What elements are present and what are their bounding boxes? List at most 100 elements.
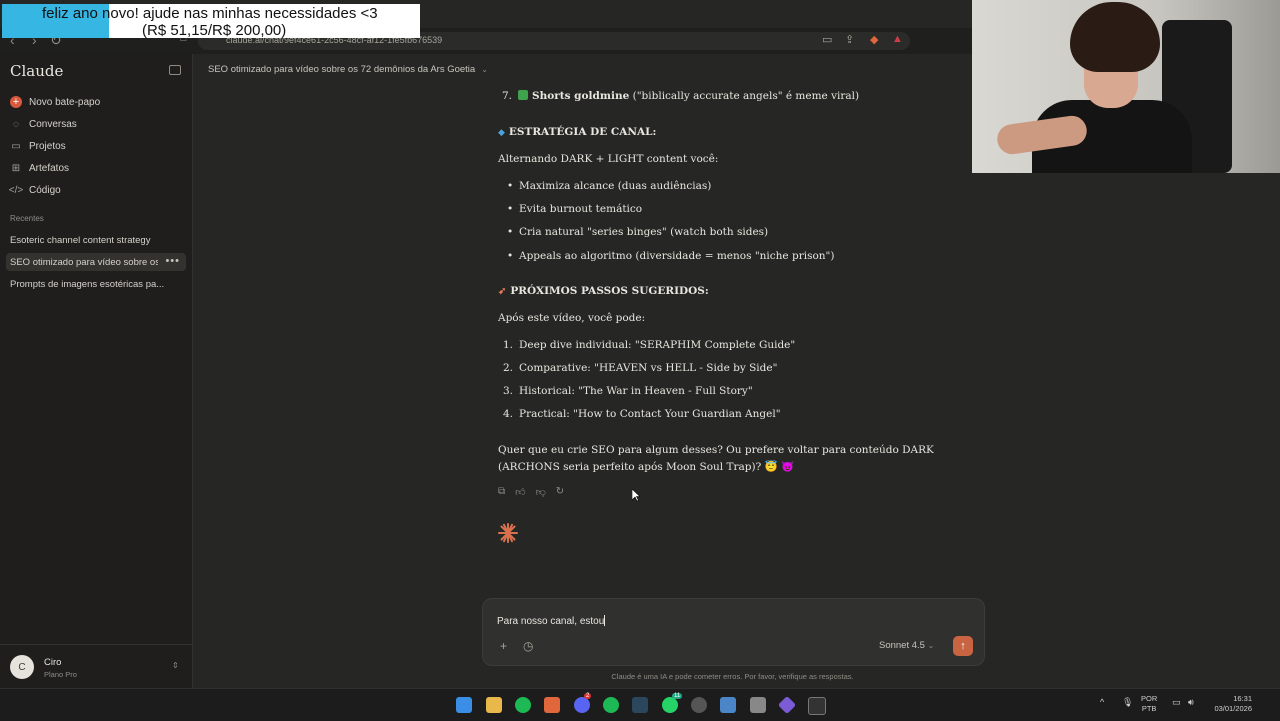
model-selector[interactable]: Sonnet 4.5 ⌄ bbox=[879, 640, 934, 651]
list-text: Comparative: "HEAVEN vs HELL - Side by S… bbox=[519, 362, 778, 374]
discord-badge: 2 bbox=[584, 693, 592, 699]
recent-chat-label: Esoteric channel content strategy bbox=[10, 234, 151, 246]
list-item: 2. Comparative: "HEAVEN vs HELL - Side by… bbox=[503, 362, 778, 374]
gem-icon: ◆ bbox=[498, 128, 505, 138]
menu-label: Código bbox=[29, 184, 61, 196]
claude-spark-icon bbox=[498, 523, 518, 543]
clock-time: 16:31 bbox=[1233, 694, 1252, 703]
message-actions: ⧉ 👍︎ 👎︎ ↻ bbox=[498, 486, 564, 498]
calculator-icon[interactable] bbox=[750, 697, 766, 713]
menu-artifacts[interactable]: ⊞ Artefatos bbox=[10, 159, 69, 177]
clock[interactable]: 16:31 03/01/2026 bbox=[1210, 694, 1252, 714]
composer-text: Para nosso canal, estou bbox=[497, 616, 605, 627]
capcut-icon[interactable] bbox=[808, 697, 826, 715]
menu-label: Novo bate-papo bbox=[29, 96, 101, 108]
notepad-icon[interactable] bbox=[720, 697, 736, 713]
cast-icon[interactable]: ▭ bbox=[822, 33, 832, 46]
menu-new-chat[interactable]: + Novo bate-papo bbox=[10, 93, 100, 111]
spotify-icon[interactable] bbox=[515, 697, 531, 713]
thumbs-down-icon[interactable]: 👎︎ bbox=[536, 486, 546, 498]
list-item: 3. Historical: "The War in Heaven - Full … bbox=[503, 385, 753, 397]
menu-projects[interactable]: ▭ Projetos bbox=[10, 137, 66, 155]
composer-input[interactable]: Para nosso canal, estou bbox=[497, 615, 606, 627]
microphone-icon[interactable]: 🎙︎ bbox=[1122, 697, 1133, 708]
heading-text: ESTRATÉGIA DE CANAL: bbox=[508, 126, 657, 138]
brand-logo[interactable]: Claude bbox=[10, 62, 63, 80]
network-icon[interactable]: ▭ bbox=[1172, 697, 1181, 708]
user-name: Ciro bbox=[44, 657, 62, 668]
list-text: ("biblically accurate angels" é meme vir… bbox=[629, 90, 860, 102]
list-item: 4. Practical: "How to Contact Your Guardi… bbox=[503, 408, 781, 420]
brave-rewards-icon[interactable]: ▲ bbox=[892, 33, 903, 45]
steam-icon[interactable] bbox=[632, 697, 648, 713]
language-code: POR bbox=[1141, 694, 1158, 703]
text-caret bbox=[604, 615, 606, 626]
folder-icon: ▭ bbox=[11, 140, 21, 152]
strategy-heading: ◆ ESTRATÉGIA DE CANAL: bbox=[498, 126, 656, 138]
copy-icon[interactable]: ⧉ bbox=[498, 486, 505, 498]
closing-text: Quer que eu crie SEO para algum desses? … bbox=[498, 444, 934, 456]
donation-message: feliz ano novo! ajude nas minhas necessi… bbox=[42, 5, 378, 22]
retry-icon[interactable]: ↻ bbox=[556, 486, 564, 498]
list-item: 7. Shorts goldmine ("biblically accurate… bbox=[502, 90, 860, 102]
menu-conversations[interactable]: ◌ Conversas bbox=[10, 115, 77, 133]
strategy-intro: Alternando DARK + LIGHT content você: bbox=[498, 153, 719, 165]
list-number: 7. bbox=[502, 90, 513, 102]
brave-browser-icon[interactable] bbox=[544, 697, 560, 713]
bullet-item: Maximiza alcance (duas audiências) bbox=[507, 180, 711, 192]
send-button[interactable]: ↑ bbox=[953, 636, 973, 656]
recent-chat-item-active[interactable]: SEO otimizado para vídeo sobre os 72 dem… bbox=[6, 253, 186, 271]
list-number: 4. bbox=[503, 408, 514, 420]
list-text: Deep dive individual: "SERAPHIM Complete… bbox=[519, 339, 796, 351]
code-icon: </> bbox=[8, 184, 24, 196]
grid-icon: ⊞ bbox=[11, 162, 21, 174]
sidebar-toggle-icon[interactable] bbox=[169, 65, 181, 75]
history-icon[interactable]: ◷ bbox=[523, 639, 533, 653]
plus-icon[interactable]: + bbox=[500, 639, 507, 653]
recent-chat-item[interactable]: Esoteric channel content strategy bbox=[6, 231, 186, 249]
menu-label: Conversas bbox=[29, 118, 77, 130]
clock-date: 03/01/2026 bbox=[1214, 704, 1252, 713]
disclaimer: Claude é uma IA e pode cometer erros. Po… bbox=[611, 672, 854, 681]
next-steps-intro: Após este vídeo, você pode: bbox=[498, 312, 646, 324]
speaker-icon[interactable]: 🔊︎ bbox=[1188, 697, 1194, 708]
bullet-item: Evita burnout temático bbox=[507, 203, 642, 215]
spotify-alt-icon[interactable] bbox=[603, 697, 619, 713]
list-bold-text: Shorts goldmine bbox=[532, 90, 630, 102]
heading-text: PRÓXIMOS PASSOS SUGERIDOS: bbox=[510, 285, 709, 297]
chat-title-button[interactable]: SEO otimizado para vídeo sobre os 72 dem… bbox=[208, 64, 488, 75]
list-number: 2. bbox=[503, 362, 514, 374]
next-steps-heading: ➶ PRÓXIMOS PASSOS SUGERIDOS: bbox=[498, 285, 709, 297]
menu-code[interactable]: </> Código bbox=[8, 181, 61, 199]
more-options-icon[interactable]: ••• bbox=[165, 255, 180, 267]
list-text: Practical: "How to Contact Your Guardian… bbox=[519, 408, 781, 420]
obsidian-icon[interactable] bbox=[777, 695, 797, 715]
arrow-up-icon: ↑ bbox=[960, 640, 966, 652]
menu-label: Artefatos bbox=[29, 162, 70, 174]
bullet-item: Cria natural "series binges" (watch both… bbox=[507, 226, 768, 238]
plus-circle-icon: + bbox=[10, 96, 22, 108]
message-composer[interactable]: Para nosso canal, estou + ◷ Sonnet 4.5 ⌄… bbox=[482, 598, 985, 666]
user-menu[interactable]: C Ciro Plano Pro ⇕ bbox=[0, 644, 192, 689]
tray-overflow-icon[interactable]: ^ bbox=[1100, 697, 1104, 707]
recents-heading: Recentes bbox=[10, 214, 44, 223]
language-indicator[interactable]: POR PTB bbox=[1141, 694, 1157, 714]
app-icon[interactable] bbox=[691, 697, 707, 713]
avatar: C bbox=[10, 655, 34, 679]
thumbs-up-icon[interactable]: 👍︎ bbox=[515, 486, 525, 498]
closing-text: (ARCHONS seria perfeito após Moon Soul T… bbox=[498, 461, 795, 473]
chevron-down-icon: ⌄ bbox=[927, 641, 935, 650]
bullet-item: Appeals ao algoritmo (diversidade = meno… bbox=[507, 250, 835, 262]
share-icon[interactable]: ⇪ bbox=[845, 33, 854, 46]
menu-label: Projetos bbox=[29, 140, 66, 152]
brave-shield-icon[interactable]: ◆ bbox=[870, 33, 878, 46]
whatsapp-icon[interactable] bbox=[662, 697, 678, 713]
file-explorer-icon[interactable] bbox=[486, 697, 502, 713]
recent-chat-label: Prompts de imagens esotéricas pa... bbox=[10, 278, 165, 290]
list-text: Historical: "The War in Heaven - Full St… bbox=[519, 385, 753, 397]
windows-start-icon[interactable] bbox=[456, 697, 472, 713]
recent-chat-label: SEO otimizado para vídeo sobre os 72 dem… bbox=[10, 256, 158, 268]
recent-chat-item[interactable]: Prompts de imagens esotéricas pa... bbox=[6, 275, 186, 293]
discord-icon[interactable] bbox=[574, 697, 590, 713]
chat-bubble-icon: ◌ bbox=[13, 118, 19, 130]
